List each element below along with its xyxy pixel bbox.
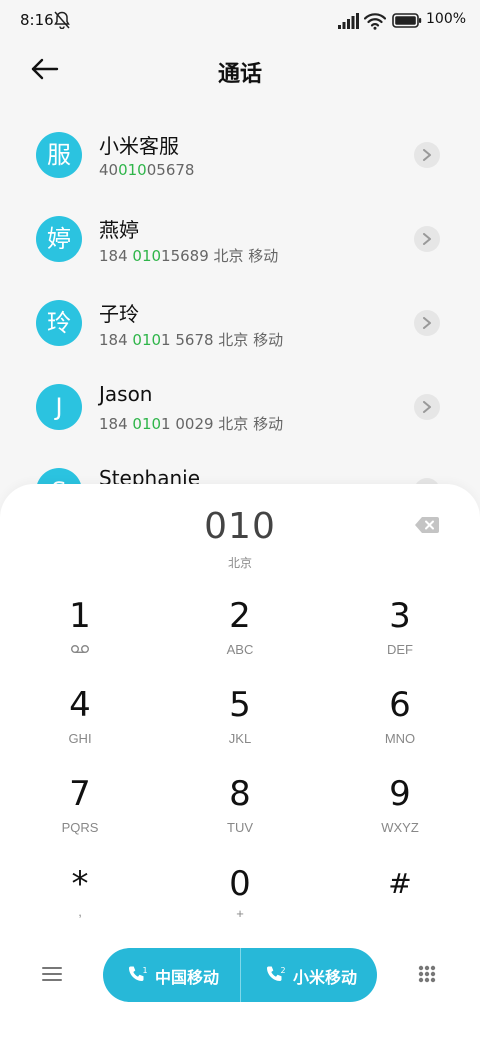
- key-letters: WXYZ: [381, 820, 419, 835]
- key-digit: 3: [389, 596, 411, 636]
- key-letters: +: [236, 906, 244, 921]
- key-letters: PQRS: [61, 820, 99, 835]
- bell-off-icon: [54, 11, 70, 29]
- avatar: 服: [36, 132, 82, 178]
- key-0[interactable]: 0 +: [180, 864, 300, 944]
- number-match: 010: [132, 331, 162, 349]
- number-prefix: 184: [99, 415, 133, 433]
- key-star[interactable]: * ,: [20, 864, 140, 944]
- status-bar: 8:16 100%: [0, 0, 480, 40]
- key-letters: TUV: [227, 820, 253, 835]
- call-sim1-button[interactable]: 1 中国移动: [103, 948, 240, 1002]
- key-7[interactable]: 7 PQRS: [20, 774, 140, 854]
- phone-sim1-icon: 1: [129, 966, 148, 981]
- key-5[interactable]: 5 JKL: [180, 685, 300, 765]
- svg-text:1: 1: [143, 966, 148, 975]
- key-digit: *: [71, 864, 89, 904]
- avatar: 玲: [36, 300, 82, 346]
- call-button-group: 1 中国移动 2 小米移动: [103, 948, 377, 1002]
- battery-icon: [392, 13, 422, 28]
- avatar: J: [36, 384, 82, 430]
- menu-icon[interactable]: [40, 964, 64, 984]
- contact-number: 184 01015689 北京 移动: [99, 245, 278, 266]
- keypad-icon[interactable]: [416, 964, 438, 986]
- key-hash[interactable]: #: [340, 864, 460, 944]
- contact-item[interactable]: 婷 燕婷 184 01015689 北京 移动: [0, 194, 480, 278]
- contact-name: 小米客服: [99, 134, 179, 158]
- voicemail-icon: [71, 645, 89, 654]
- signal-icon: [338, 13, 359, 29]
- key-letters: ABC: [226, 642, 254, 657]
- dialpad-sheet: 010 北京 1 2 ABC 3 DEF 4 GHI 5 JKL 6 MNO 7…: [0, 484, 480, 1040]
- contact-name: 子玲: [99, 302, 139, 326]
- key-digit: 4: [69, 685, 91, 725]
- key-letters: GHI: [68, 731, 92, 746]
- key-digit: 7: [69, 774, 91, 814]
- contact-number: 4001005678: [99, 161, 194, 179]
- contact-detail-button[interactable]: [414, 310, 440, 336]
- call-sim1-label: 中国移动: [155, 968, 220, 987]
- contact-item[interactable]: 玲 子玲 184 0101 5678 北京 移动: [0, 278, 480, 362]
- key-digit: 0: [229, 864, 251, 904]
- contact-detail-button[interactable]: [414, 226, 440, 252]
- key-digit: 2: [229, 596, 251, 636]
- number-prefix: 184: [99, 247, 133, 265]
- contact-item[interactable]: J Jason 184 0101 0029 北京 移动: [0, 362, 480, 446]
- contact-item[interactable]: 服 小米客服 4001005678: [0, 110, 480, 194]
- number-suffix: 05678: [146, 161, 195, 179]
- key-8[interactable]: 8 TUV: [180, 774, 300, 854]
- chevron-right-icon: [423, 401, 431, 413]
- key-letters: MNO: [384, 731, 416, 746]
- contact-detail-button[interactable]: [414, 142, 440, 168]
- key-letters: ,: [78, 904, 82, 919]
- key-3[interactable]: 3 DEF: [340, 596, 460, 676]
- contact-number: 184 0101 0029 北京 移动: [99, 413, 283, 434]
- key-4[interactable]: 4 GHI: [20, 685, 140, 765]
- chevron-right-icon: [423, 149, 431, 161]
- status-time: 8:16: [20, 11, 54, 29]
- dialed-location: 北京: [227, 556, 252, 570]
- number-suffix: 1 5678 北京 移动: [161, 331, 284, 349]
- number-prefix: 184: [99, 331, 133, 349]
- chevron-right-icon: [423, 233, 431, 245]
- key-digit: 9: [389, 774, 411, 814]
- contact-detail-button[interactable]: [414, 394, 440, 420]
- avatar: 婷: [36, 216, 82, 262]
- chevron-right-icon: [423, 317, 431, 329]
- backspace-icon[interactable]: [414, 516, 440, 534]
- key-9[interactable]: 9 WXYZ: [340, 774, 460, 854]
- contact-number: 184 0101 5678 北京 移动: [99, 329, 283, 350]
- dialed-number: 010: [204, 506, 276, 547]
- number-match: 010: [132, 415, 162, 433]
- phone-sim2-icon: 2: [267, 966, 286, 981]
- key-1[interactable]: 1: [20, 596, 140, 676]
- contact-name: Jason: [99, 382, 153, 406]
- svg-text:2: 2: [281, 966, 286, 975]
- number-match: 010: [118, 161, 147, 179]
- call-sim2-button[interactable]: 2 小米移动: [241, 948, 377, 1002]
- key-digit: 6: [389, 685, 411, 725]
- battery-percent: 100%: [426, 11, 467, 27]
- page-title: 通话: [217, 62, 262, 87]
- key-letters: DEF: [387, 642, 413, 657]
- header: 通话: [0, 40, 480, 100]
- key-digit: 5: [229, 685, 251, 725]
- contact-name: 燕婷: [99, 218, 139, 242]
- key-digit: 8: [229, 774, 251, 814]
- key-digit: #: [388, 867, 412, 900]
- key-6[interactable]: 6 MNO: [340, 685, 460, 765]
- call-sim2-label: 小米移动: [293, 968, 358, 987]
- key-letters: JKL: [228, 731, 252, 746]
- wifi-icon: [364, 13, 386, 30]
- number-prefix: 40: [99, 161, 119, 179]
- number-suffix: 1 0029 北京 移动: [161, 415, 284, 433]
- number-match: 010: [132, 247, 162, 265]
- key-2[interactable]: 2 ABC: [180, 596, 300, 676]
- number-suffix: 15689 北京 移动: [161, 247, 279, 265]
- key-digit: 1: [69, 596, 91, 636]
